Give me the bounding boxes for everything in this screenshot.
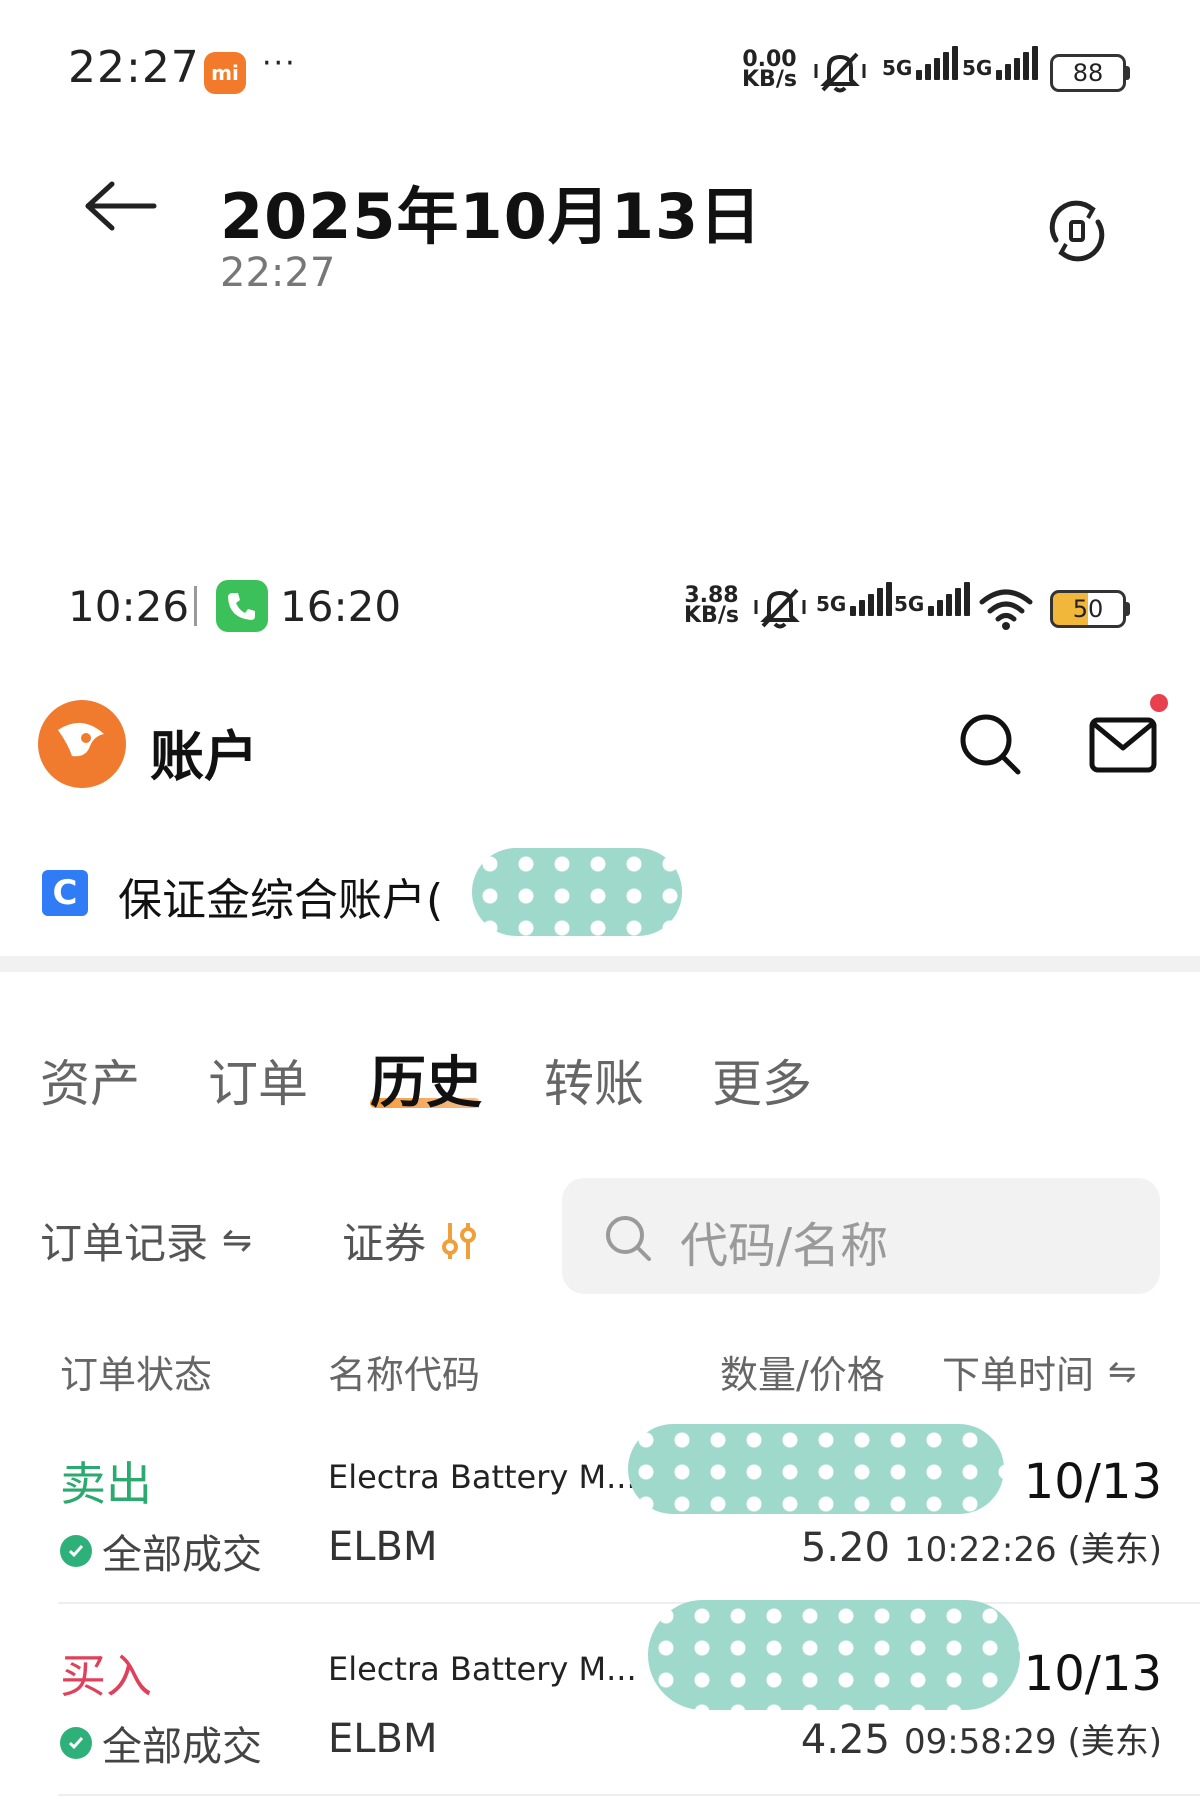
app-logo bbox=[38, 700, 126, 788]
phone-handset-icon bbox=[228, 593, 255, 620]
mi-app-icon: mi bbox=[204, 52, 246, 94]
page-title: 账户 bbox=[150, 725, 258, 788]
table-row[interactable]: 买入 全部成交 Electra Battery M... ELBM 10/13 … bbox=[0, 1600, 1200, 1794]
status-separator bbox=[194, 586, 197, 626]
order-status: 全部成交 bbox=[60, 1522, 262, 1580]
account-name[interactable]: 保证金综合账户( bbox=[118, 864, 443, 928]
phone-call-icon bbox=[216, 580, 268, 632]
order-price-time: 5.20 10:22:26 (美东) bbox=[801, 1522, 1162, 1571]
app-logo-mark-icon bbox=[40, 702, 124, 786]
tab-more[interactable]: 更多 bbox=[712, 1044, 812, 1116]
rotate-icon[interactable] bbox=[1044, 198, 1110, 264]
inner-battery-level: 50 bbox=[1050, 590, 1126, 628]
sort-icon: ⇋ bbox=[1108, 1351, 1137, 1392]
redaction-blob-account bbox=[472, 848, 682, 936]
order-records-label: 订单记录 bbox=[40, 1219, 209, 1268]
mail-unread-dot bbox=[1150, 694, 1168, 712]
signal-bars-icon bbox=[916, 46, 959, 80]
redaction-blob-quantity bbox=[648, 1600, 1020, 1710]
cellular-signal-2: 5G bbox=[962, 46, 1039, 80]
tab-assets[interactable]: 资产 bbox=[40, 1044, 140, 1116]
photo-date-title: 2025年10月13日 bbox=[220, 180, 763, 253]
order-price-time: 4.25 09:58:29 (美东) bbox=[801, 1714, 1162, 1763]
stock-code: ELBM bbox=[328, 1524, 438, 1570]
stock-code: ELBM bbox=[328, 1716, 438, 1762]
tab-orders[interactable]: 订单 bbox=[208, 1044, 308, 1116]
column-header-order-time[interactable]: 下单时间 ⇋ bbox=[942, 1344, 1137, 1399]
redaction-blob-quantity bbox=[628, 1424, 1004, 1514]
battery-tip bbox=[1126, 602, 1130, 616]
signal-bars-icon bbox=[996, 46, 1039, 80]
wifi-icon bbox=[979, 589, 1033, 630]
signal-bars-icon bbox=[928, 582, 971, 616]
securities-label: 证券 bbox=[342, 1219, 427, 1268]
check-circle-icon bbox=[60, 1535, 92, 1567]
securities-filter[interactable]: 证券 bbox=[342, 1210, 478, 1271]
inner-network-type-2: 5G bbox=[894, 592, 925, 616]
order-side: 买入 bbox=[60, 1649, 152, 1703]
battery-indicator: 88 bbox=[1050, 54, 1130, 92]
network-type-1: 5G bbox=[882, 56, 913, 80]
inner-battery-indicator: 50 bbox=[1050, 590, 1130, 628]
order-side: 卖出 bbox=[60, 1457, 152, 1511]
tab-transfer[interactable]: 转账 bbox=[544, 1044, 644, 1116]
tab-history[interactable]: 历史 bbox=[370, 1038, 482, 1119]
inner-network-type-1: 5G bbox=[816, 592, 847, 616]
network-speed-unit: KB/s bbox=[742, 67, 797, 92]
check-circle-icon bbox=[60, 1727, 92, 1759]
account-type-icon: C bbox=[42, 870, 88, 916]
network-type-2: 5G bbox=[962, 56, 993, 80]
order-date: 10/13 bbox=[1023, 1646, 1162, 1702]
order-records-filter[interactable]: 订单记录 ⇋ bbox=[40, 1210, 252, 1271]
more-notifications-icon: ··· bbox=[262, 46, 297, 81]
column-header-status: 订单状态 bbox=[60, 1353, 213, 1397]
battery-tip bbox=[1126, 66, 1130, 80]
order-time: 09:58:29 (美东) bbox=[903, 1722, 1162, 1762]
search-icon[interactable] bbox=[958, 712, 1024, 778]
mail-icon[interactable] bbox=[1088, 716, 1158, 774]
search-field[interactable]: 代码/名称 bbox=[562, 1178, 1160, 1294]
inner-mute-icon bbox=[754, 588, 806, 629]
stock-name: Electra Battery M... bbox=[328, 1458, 637, 1496]
order-status-label: 全部成交 bbox=[102, 1724, 262, 1770]
signal-bars-icon bbox=[850, 582, 893, 616]
battery-level: 88 bbox=[1050, 54, 1126, 92]
inner-cellular-signal-2: 5G bbox=[894, 582, 971, 616]
order-time-label: 下单时间 bbox=[942, 1353, 1095, 1397]
inner-network-speed: 3.88 KB/s bbox=[684, 585, 739, 628]
order-date: 10/13 bbox=[1023, 1454, 1162, 1510]
order-status-label: 全部成交 bbox=[102, 1532, 262, 1578]
back-arrow-icon[interactable] bbox=[84, 180, 158, 232]
order-price: 5.20 bbox=[800, 1525, 890, 1571]
search-placeholder: 代码/名称 bbox=[680, 1218, 889, 1274]
cellular-signal-1: 5G bbox=[882, 46, 959, 80]
row-divider bbox=[58, 1794, 1200, 1796]
order-status: 全部成交 bbox=[60, 1714, 262, 1772]
column-header-name-code: 名称代码 bbox=[328, 1353, 481, 1397]
call-duration: 16:20 bbox=[280, 582, 402, 631]
mute-vibrate-icon bbox=[814, 52, 866, 93]
section-divider bbox=[0, 956, 1200, 972]
inner-cellular-signal-1: 5G bbox=[816, 582, 893, 616]
photo-time-subtitle: 22:27 bbox=[220, 250, 336, 296]
table-row[interactable]: 卖出 全部成交 Electra Battery M... ELBM 10/13 … bbox=[0, 1412, 1200, 1602]
status-time: 22:27 bbox=[68, 42, 200, 93]
stock-name: Electra Battery M... bbox=[328, 1650, 637, 1688]
inner-status-time: 10:26 bbox=[68, 582, 190, 631]
inner-network-speed-unit: KB/s bbox=[684, 603, 739, 628]
column-header-qty-price: 数量/价格 bbox=[720, 1353, 885, 1397]
order-price: 4.25 bbox=[800, 1717, 890, 1763]
network-speed: 0.00 KB/s bbox=[742, 49, 797, 92]
search-field-icon bbox=[606, 1216, 651, 1261]
order-time: 10:22:26 (美东) bbox=[903, 1530, 1162, 1570]
swap-icon: ⇋ bbox=[222, 1220, 253, 1261]
filter-sliders-icon bbox=[442, 1222, 477, 1259]
